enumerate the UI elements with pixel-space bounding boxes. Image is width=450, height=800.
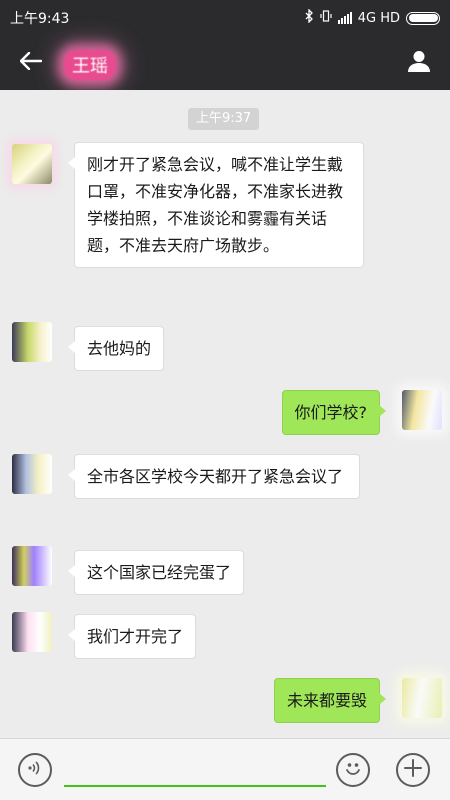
status-bar: 上午9:43 4G HD — [0, 0, 450, 36]
message-input[interactable] — [64, 751, 326, 787]
message-bubble-incoming[interactable]: 我们才开完了 — [67, 614, 197, 659]
message-bubble-outgoing[interactable]: 你们学校? — [281, 390, 386, 435]
voice-button[interactable] — [18, 753, 52, 787]
status-icons: 4G HD — [305, 8, 440, 27]
message-bubble-incoming[interactable]: 去他妈的 — [67, 326, 165, 371]
message-bubble-outgoing[interactable]: 未来都要毁 — [273, 678, 387, 723]
message-text: 未来都要毁 — [286, 691, 367, 710]
avatar[interactable] — [12, 144, 52, 184]
avatar[interactable] — [12, 322, 52, 362]
chat-title: 王瑶 — [64, 50, 116, 80]
timestamp: 上午9:37 — [188, 108, 260, 130]
avatar[interactable] — [12, 546, 52, 586]
message-text: 你们学校? — [294, 403, 368, 422]
battery-icon — [406, 11, 440, 25]
plus-icon — [403, 758, 423, 782]
status-time: 上午9:43 — [10, 11, 70, 27]
message-text: 全市各区学校今天都开了紧急会议了 — [87, 467, 344, 486]
chat-area[interactable]: 上午9:37 刚才开了紧急会议，喊不准让学生戴口罩，不准安净化器，不准家长进教学… — [0, 90, 450, 738]
message-text: 我们才开完了 — [87, 627, 184, 646]
plus-button[interactable] — [396, 753, 430, 787]
network-label: 4G HD — [357, 10, 400, 26]
vibrate-icon — [320, 10, 332, 26]
profile-icon — [407, 49, 431, 77]
avatar[interactable] — [402, 390, 442, 430]
back-arrow-icon — [19, 51, 43, 74]
back-button[interactable] — [16, 49, 46, 77]
message-bubble-incoming[interactable]: 全市各区学校今天都开了紧急会议了 — [68, 454, 360, 499]
message-bubble-incoming[interactable]: 刚才开了紧急会议，喊不准让学生戴口罩，不准安净化器，不准家长进教学楼拍照，不准谈… — [68, 142, 364, 268]
input-bar — [0, 738, 450, 800]
message-text: 刚才开了紧急会议，喊不准让学生戴口罩，不准安净化器，不准家长进教学楼拍照，不准谈… — [87, 155, 344, 255]
voice-icon — [27, 760, 43, 780]
signal-icon — [337, 12, 352, 24]
message-bubble-incoming[interactable]: 这个国家已经完蛋了 — [67, 550, 245, 595]
profile-button[interactable] — [404, 48, 434, 78]
avatar[interactable] — [402, 678, 442, 718]
emoji-icon — [342, 757, 364, 783]
chat-header: 王瑶 — [0, 36, 450, 90]
avatar[interactable] — [12, 454, 52, 494]
bluetooth-icon — [305, 8, 314, 27]
message-text: 去他妈的 — [87, 339, 152, 358]
message-text: 这个国家已经完蛋了 — [87, 563, 232, 582]
battery-level — [408, 14, 438, 22]
avatar[interactable] — [12, 612, 52, 652]
emoji-button[interactable] — [336, 753, 370, 787]
